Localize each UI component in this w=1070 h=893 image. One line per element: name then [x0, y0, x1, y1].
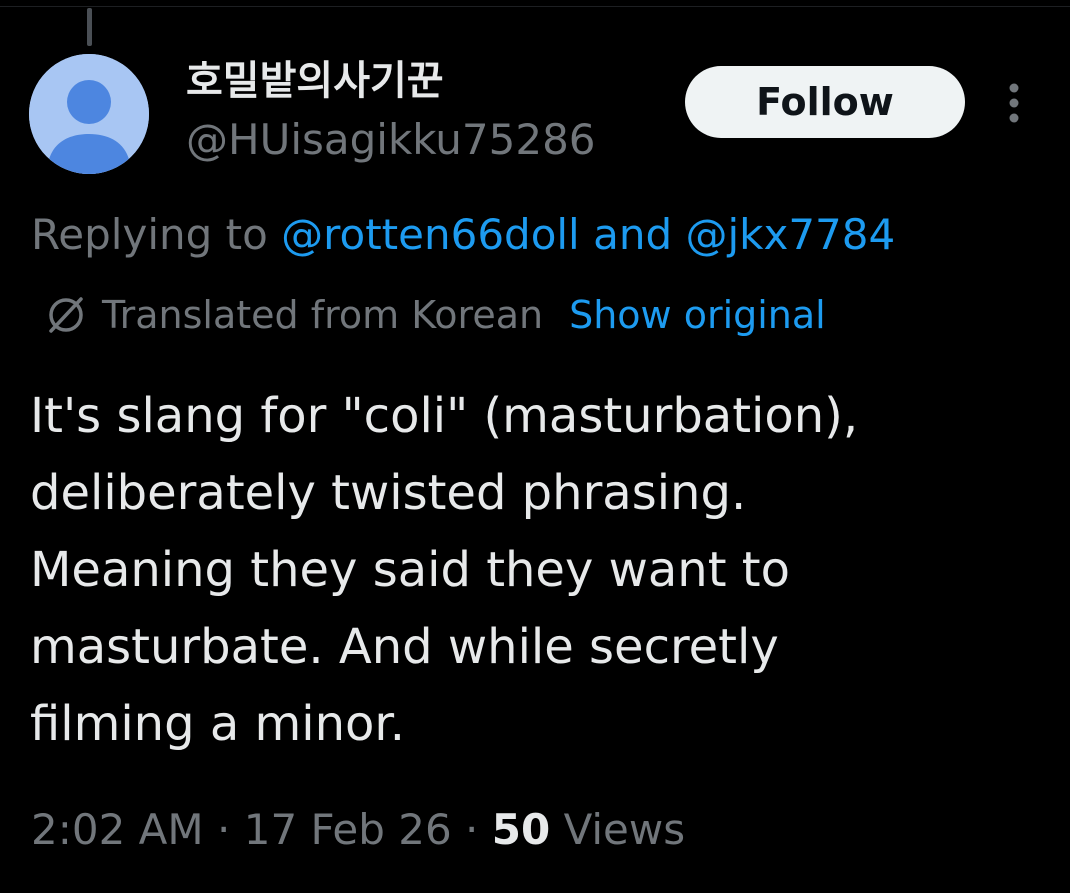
views-label: Views [563, 805, 686, 854]
tweet-text-line: deliberately twisted phrasing. [30, 465, 747, 521]
mention-link[interactable]: @rotten66doll [281, 210, 580, 259]
default-user-avatar-icon [29, 54, 149, 174]
tweet-text-line: masturbate. And while secretly [30, 619, 779, 675]
show-original-link[interactable]: Show original [569, 293, 826, 337]
avatar[interactable] [29, 54, 149, 174]
tweet-text: It's slang for "coli" (masturbation), de… [30, 378, 1040, 763]
more-vertical-icon[interactable] [1000, 82, 1028, 124]
tweet-meta: 2:02 AM · 17 Feb 26 · 50 Views [31, 802, 685, 858]
tweet-time[interactable]: 2:02 AM [31, 805, 204, 854]
replying-to-line: Replying to @rotten66doll and @jkx7784 [31, 210, 895, 260]
thread-connector-line [87, 8, 92, 46]
tweet-text-line: filming a minor. [30, 696, 405, 752]
mention-link[interactable]: @jkx7784 [685, 210, 895, 259]
tweet-text-line: Meaning they said they want to [30, 542, 790, 598]
translated-from-label: Translated from Korean [102, 293, 544, 337]
meta-separator: · [465, 805, 479, 854]
tweet-text-line: It's slang for "coli" (masturbation), [30, 388, 859, 444]
top-divider [0, 6, 1070, 7]
author-display-name[interactable]: 호밀밭의사기꾼 [186, 58, 444, 104]
author-handle[interactable]: @HUisagikku75286 [186, 116, 596, 164]
views-count: 50 [491, 805, 551, 854]
tweet-date[interactable]: 17 Feb 26 [244, 805, 452, 854]
meta-separator: · [217, 805, 231, 854]
mention-joiner: and [593, 210, 673, 259]
replying-to-label: Replying to [31, 210, 268, 259]
follow-button[interactable]: Follow [685, 66, 965, 138]
translation-row: Translated from Korean Show original [44, 291, 826, 339]
translate-globe-icon [49, 297, 83, 333]
